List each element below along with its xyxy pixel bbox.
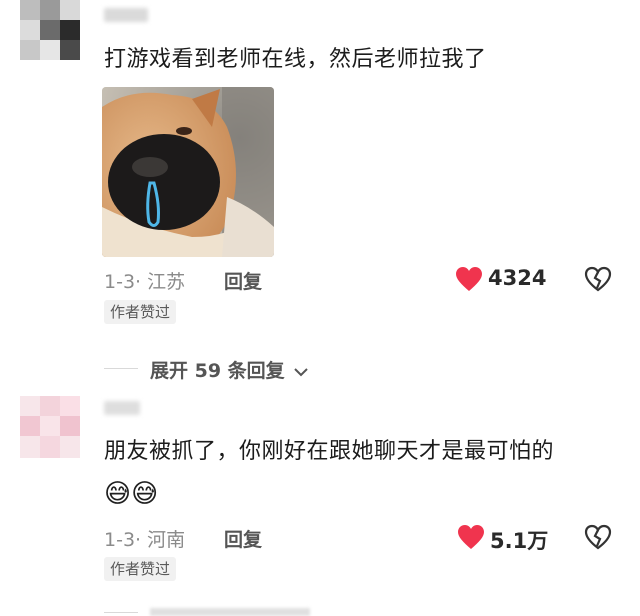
shiba-dog-meme-icon xyxy=(102,87,274,257)
chevron-down-icon xyxy=(294,367,309,376)
avatar[interactable] xyxy=(20,396,80,458)
comment-date: 1-3 xyxy=(104,271,136,293)
comment-text: 朋友被抓了，你刚好在跟她聊天才是最可怕的 xyxy=(104,439,555,464)
divider xyxy=(104,612,138,613)
like-button[interactable] xyxy=(457,524,485,554)
author-liked-badge: 作者赞过 xyxy=(104,557,177,581)
like-count: 5.1万 xyxy=(490,529,549,553)
comment-image[interactable] xyxy=(102,87,274,257)
heart-icon xyxy=(456,267,482,291)
like-count: 4324 xyxy=(488,266,547,290)
broken-heart-icon xyxy=(584,524,612,550)
avatar[interactable] xyxy=(20,0,80,60)
expand-replies-button[interactable]: 展开 59 条回复 xyxy=(150,356,309,383)
dislike-button[interactable] xyxy=(584,266,612,296)
comment-emoji: 😅😅 xyxy=(104,479,159,509)
expand-replies-button-partial[interactable] xyxy=(150,608,310,616)
username[interactable] xyxy=(104,401,140,415)
reply-button[interactable]: 回复 xyxy=(224,267,262,294)
comment-text: 打游戏看到老师在线，然后老师拉我了 xyxy=(104,47,487,72)
divider xyxy=(104,368,138,369)
reply-button[interactable]: 回复 xyxy=(224,525,262,552)
comment-location: 江苏 xyxy=(147,271,186,293)
like-button[interactable] xyxy=(455,266,483,292)
username[interactable] xyxy=(104,8,148,22)
comment-location: 河南 xyxy=(147,529,186,551)
comment-date: 1-3 xyxy=(104,529,136,551)
broken-heart-icon xyxy=(584,266,612,292)
author-liked-badge: 作者赞过 xyxy=(104,300,177,324)
dislike-button[interactable] xyxy=(584,524,612,554)
expand-replies-label: 展开 59 条回复 xyxy=(150,360,285,382)
heart-icon xyxy=(458,525,484,549)
